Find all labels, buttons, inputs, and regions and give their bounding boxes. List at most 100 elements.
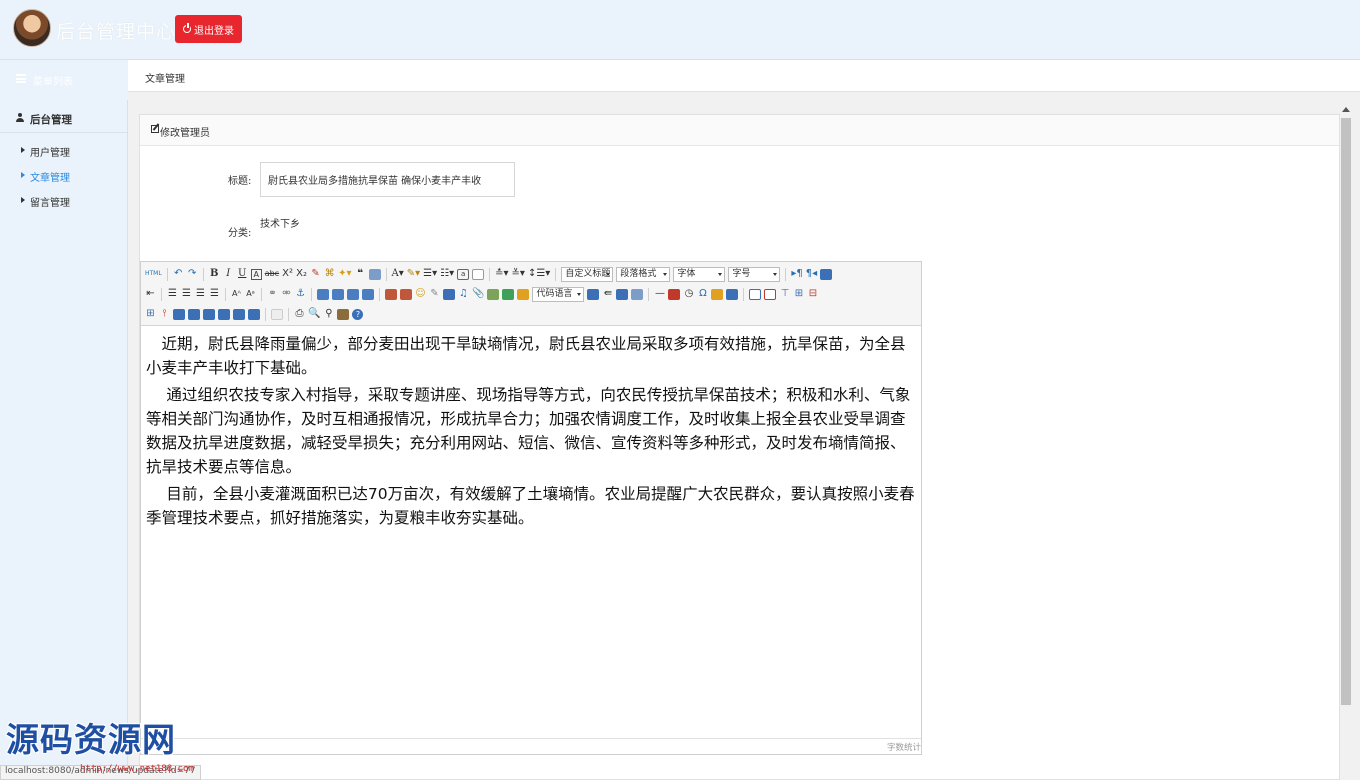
superscript-icon[interactable]: X² [282, 267, 293, 281]
sidebar-header-label: 菜单列表 [33, 77, 73, 88]
sidebar-section-admin[interactable]: 后台管理 [0, 103, 128, 133]
merge-cells-icon[interactable] [173, 308, 185, 320]
outdent-icon[interactable]: ⇤ [145, 287, 156, 301]
gmap-icon[interactable] [502, 288, 515, 300]
row-spacing-bottom-icon[interactable]: ≚▾ [512, 267, 525, 281]
special-chars-icon[interactable]: Ω [697, 287, 708, 301]
align-left-icon[interactable]: ☰ [167, 287, 178, 301]
unlink-icon[interactable]: ⚮ [281, 287, 292, 301]
merge-right-icon[interactable] [188, 308, 200, 320]
sidebar-item-articles[interactable]: 文章管理 [0, 166, 128, 186]
split-rows-icon[interactable] [233, 308, 245, 320]
underline-icon[interactable]: U [237, 267, 248, 281]
print-icon[interactable]: ⎙ [294, 307, 305, 321]
anchor-icon[interactable]: ⚓ [295, 287, 306, 301]
italic-icon[interactable]: I [223, 267, 234, 281]
delete-table-icon[interactable] [764, 288, 777, 300]
line-height-icon[interactable]: ↕☰▾ [528, 267, 550, 281]
font-border-icon[interactable]: A [250, 268, 262, 280]
toolbar-separator [202, 267, 204, 281]
font-size-select[interactable]: 字号 [728, 266, 781, 282]
drafts-icon[interactable] [337, 308, 350, 320]
uppercase-icon[interactable]: Aᴬ [231, 287, 242, 301]
redo-icon[interactable]: ↷ [187, 267, 198, 281]
date-icon[interactable] [668, 288, 681, 300]
paste-text-icon[interactable] [368, 268, 381, 280]
rtl-icon[interactable]: ¶◂ [806, 267, 817, 281]
time-icon[interactable]: ◷ [683, 287, 694, 301]
blockquote-icon[interactable]: ❝ [355, 267, 366, 281]
snapscreen-icon[interactable] [726, 288, 739, 300]
delete-row-icon[interactable]: ⊟ [807, 287, 818, 301]
insert-row-icon[interactable]: ⊞ [793, 287, 804, 301]
editor-content[interactable]: 近期，尉氏县降雨量偏少，部分麦田出现干旱缺墒情况，尉氏县农业局采取多项有效措施，… [146, 332, 916, 533]
bold-icon[interactable]: B [209, 267, 220, 281]
delete-col-icon[interactable]: ⫯ [159, 307, 170, 321]
breadcrumb-current[interactable]: 文章管理 [145, 70, 185, 85]
format-brush-icon[interactable]: ⌘ [324, 267, 335, 281]
preview-icon[interactable]: 🔍 [308, 307, 320, 321]
link-icon[interactable]: ⚭ [267, 287, 278, 301]
wordimage-icon[interactable] [711, 288, 724, 300]
unordered-list-icon[interactable]: ☷▾ [440, 267, 454, 281]
background-icon[interactable]: ⇚ [602, 287, 613, 301]
scrawl-icon[interactable]: ✎ [429, 287, 440, 301]
image-center-icon[interactable] [362, 288, 374, 300]
simple-upload-icon[interactable] [385, 288, 397, 300]
code-language-select[interactable]: 代码语言 [532, 286, 585, 302]
search-replace-icon[interactable]: ⚲ [323, 307, 334, 321]
align-center-icon[interactable]: ☰ [181, 287, 192, 301]
clear-doc-icon[interactable] [472, 268, 485, 280]
attachment-icon[interactable]: 📎 [472, 287, 484, 301]
image-left-icon[interactable] [332, 288, 344, 300]
eraser-icon[interactable]: ✎ [310, 267, 321, 281]
scroll-up-arrow-icon[interactable] [1342, 107, 1350, 112]
indent-icon[interactable] [820, 268, 833, 280]
logout-button[interactable]: 退出登录 [175, 15, 242, 43]
font-family-select[interactable]: 字体 [673, 266, 726, 282]
insert-frame-icon[interactable] [517, 288, 530, 300]
image-right-icon[interactable] [347, 288, 359, 300]
align-right-icon[interactable]: ☰ [195, 287, 206, 301]
insert-table-icon[interactable] [749, 288, 762, 300]
music-icon[interactable]: ♫ [458, 287, 469, 301]
select-all-icon[interactable]: a [457, 268, 470, 280]
insert-image-icon[interactable] [400, 288, 412, 300]
sidebar-item-messages[interactable]: 留言管理 [0, 191, 128, 211]
custom-title-select[interactable]: 自定义标题 [561, 266, 614, 282]
background-color-icon[interactable]: ✎▾ [407, 267, 420, 281]
scrollbar[interactable] [1340, 105, 1352, 775]
template-icon[interactable] [616, 288, 629, 300]
insert-col-icon[interactable]: ⊞ [145, 307, 156, 321]
split-cols-icon[interactable] [248, 308, 260, 320]
sidebar-item-users[interactable]: 用户管理 [0, 141, 128, 161]
emotion-icon[interactable]: ☺ [415, 287, 426, 301]
scrollbar-thumb[interactable] [1341, 118, 1351, 705]
ordered-list-icon[interactable]: ☰▾ [423, 267, 437, 281]
strikethrough-icon[interactable]: abc [265, 267, 279, 281]
category-value[interactable]: 技术下乡 [260, 215, 300, 230]
html-source-icon[interactable]: HTML [145, 267, 162, 281]
image-none-icon[interactable] [317, 288, 329, 300]
gallery-icon[interactable] [631, 288, 644, 300]
help-icon[interactable]: ? [352, 308, 364, 320]
insert-video-icon[interactable] [443, 288, 455, 300]
auto-format-icon[interactable]: ✦▾ [338, 267, 351, 281]
sidebar-section-label: 后台管理 [30, 114, 72, 126]
title-input[interactable] [260, 162, 515, 197]
split-cells-icon[interactable] [218, 308, 230, 320]
undo-icon[interactable]: ↶ [173, 267, 184, 281]
row-spacing-top-icon[interactable]: ≛▾ [495, 267, 508, 281]
map-icon[interactable] [487, 288, 500, 300]
subscript-icon[interactable]: X₂ [296, 267, 307, 281]
lowercase-icon[interactable]: Aᵃ [245, 287, 256, 301]
ltr-icon[interactable]: ▸¶ [791, 267, 802, 281]
char-map-icon[interactable] [271, 308, 283, 320]
font-color-icon[interactable]: A▾ [392, 267, 404, 281]
insert-paragraph-before-table-icon[interactable]: ⊤ [779, 287, 790, 301]
align-justify-icon[interactable]: ☰ [209, 287, 220, 301]
merge-down-icon[interactable] [203, 308, 215, 320]
page-break-icon[interactable] [587, 288, 600, 300]
paragraph-format-select[interactable]: 段落格式 [616, 266, 671, 282]
horizontal-rule-icon[interactable]: — [654, 287, 665, 301]
